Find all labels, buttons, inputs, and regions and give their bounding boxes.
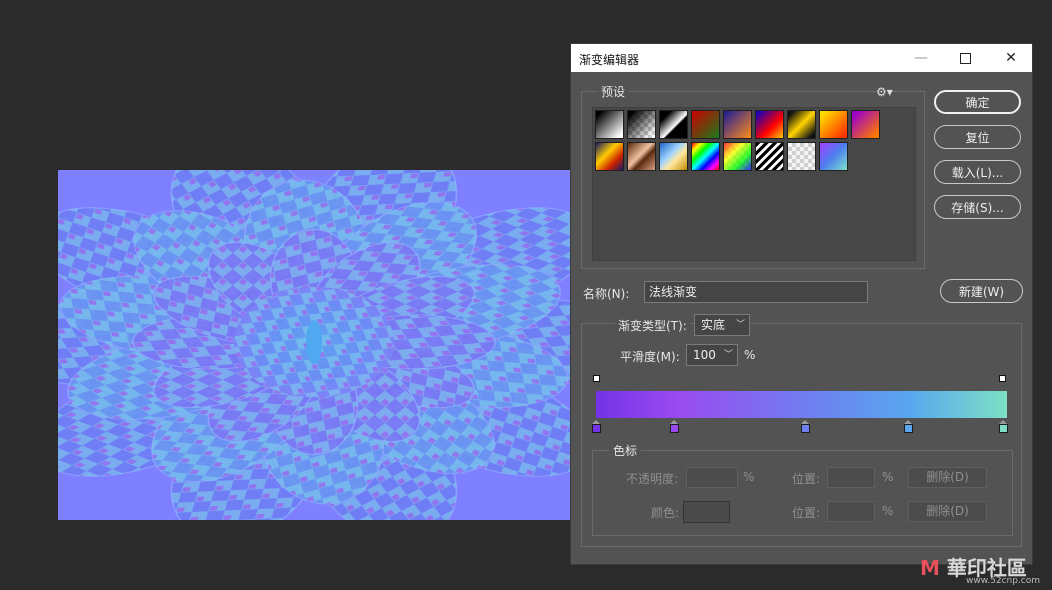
preset-swatch[interactable]	[755, 110, 784, 139]
reset-button[interactable]: 复位	[934, 125, 1021, 149]
opacity-input	[686, 467, 738, 488]
color-stop-marker[interactable]	[903, 420, 913, 433]
opacity-stop-right[interactable]	[999, 375, 1006, 382]
title-bar[interactable]: 渐变编辑器 — ✕	[571, 44, 1032, 72]
name-label: 名称(N):	[583, 287, 630, 301]
preset-swatch[interactable]	[659, 142, 688, 171]
color-stop-marker[interactable]	[801, 420, 811, 433]
name-input[interactable]: 法线渐变	[644, 281, 868, 303]
preset-swatch[interactable]	[659, 110, 688, 139]
preset-swatch[interactable]	[627, 110, 656, 139]
gradient-type-value: 实底	[701, 318, 726, 332]
color-delete-button: 删除(D)	[908, 501, 987, 522]
close-icon: ✕	[1005, 50, 1017, 66]
gradient-type-label: 渐变类型(T):	[615, 317, 690, 334]
preset-swatch[interactable]	[787, 142, 816, 171]
preset-swatch[interactable]	[691, 110, 720, 139]
gear-icon[interactable]: ⚙▾	[876, 85, 893, 99]
opacity-label: 不透明度:	[626, 472, 679, 486]
stop-color-chip	[999, 424, 1008, 433]
preset-swatch[interactable]	[787, 110, 816, 139]
watermark-url: www.52cnp.com	[966, 576, 1041, 586]
preset-swatch-grid[interactable]	[592, 107, 916, 261]
gradient-editor-dialog: 渐变编辑器 — ✕ 预设 ⚙▾ 确定 复位 载入(L)... 存储(S)... …	[570, 43, 1033, 565]
opacity-delete-button: 删除(D)	[908, 467, 987, 488]
minimize-icon: —	[914, 50, 928, 66]
color-stop-marker[interactable]	[999, 420, 1008, 433]
minimize-button[interactable]: —	[898, 44, 944, 72]
smoothness-value: 100	[693, 348, 716, 362]
gradient-type-select[interactable]: 实底 ﹀	[694, 314, 750, 336]
opacity-position-label: 位置:	[792, 472, 821, 486]
ok-button[interactable]: 确定	[934, 90, 1021, 114]
stop-color-chip	[801, 424, 811, 433]
smoothness-percent: %	[744, 348, 756, 362]
stop-color-chip	[669, 424, 679, 433]
color-label: 颜色:	[651, 506, 680, 520]
opacity-percent: %	[743, 470, 755, 484]
preset-swatch[interactable]	[755, 142, 784, 171]
preset-swatch[interactable]	[595, 110, 624, 139]
color-position-percent: %	[882, 504, 894, 518]
color-position-label: 位置:	[792, 506, 821, 520]
normal-map-artwork	[58, 170, 570, 520]
color-swatch	[683, 501, 730, 523]
opacity-position-percent: %	[882, 470, 894, 484]
color-position-input	[827, 501, 875, 522]
maximize-icon	[959, 52, 971, 64]
preset-swatch[interactable]	[723, 110, 752, 139]
chevron-down-icon: ﹀	[723, 350, 733, 360]
close-button[interactable]: ✕	[988, 44, 1034, 72]
color-stop-marker[interactable]	[669, 420, 679, 433]
preset-swatch[interactable]	[627, 142, 656, 171]
preset-swatch[interactable]	[819, 142, 848, 171]
new-button[interactable]: 新建(W)	[940, 279, 1023, 303]
maximize-button[interactable]	[942, 44, 988, 72]
presets-label: 预设	[597, 83, 630, 100]
stop-color-chip	[903, 424, 913, 433]
watermark-mark-icon: M	[920, 556, 940, 580]
document-canvas[interactable]	[58, 170, 570, 520]
opacity-position-input	[827, 467, 875, 488]
save-button[interactable]: 存储(S)...	[934, 195, 1021, 219]
dialog-title: 渐变编辑器	[579, 53, 640, 67]
gradient-preview-bar[interactable]	[596, 391, 1007, 418]
opacity-stop-left[interactable]	[593, 375, 600, 382]
preset-swatch[interactable]	[723, 142, 752, 171]
chevron-down-icon: ﹀	[735, 320, 745, 330]
smoothness-input[interactable]: 100 ﹀	[686, 344, 738, 366]
preset-swatch[interactable]	[691, 142, 720, 171]
preset-swatch[interactable]	[851, 110, 880, 139]
load-button[interactable]: 载入(L)...	[934, 160, 1021, 184]
color-stop-marker[interactable]	[592, 420, 601, 433]
smoothness-label: 平滑度(M):	[620, 350, 680, 364]
stop-color-chip	[592, 424, 601, 433]
color-stop-group	[592, 450, 1013, 536]
color-stop-label: 色标	[609, 442, 642, 459]
preset-swatch[interactable]	[819, 110, 848, 139]
preset-swatch[interactable]	[595, 142, 624, 171]
